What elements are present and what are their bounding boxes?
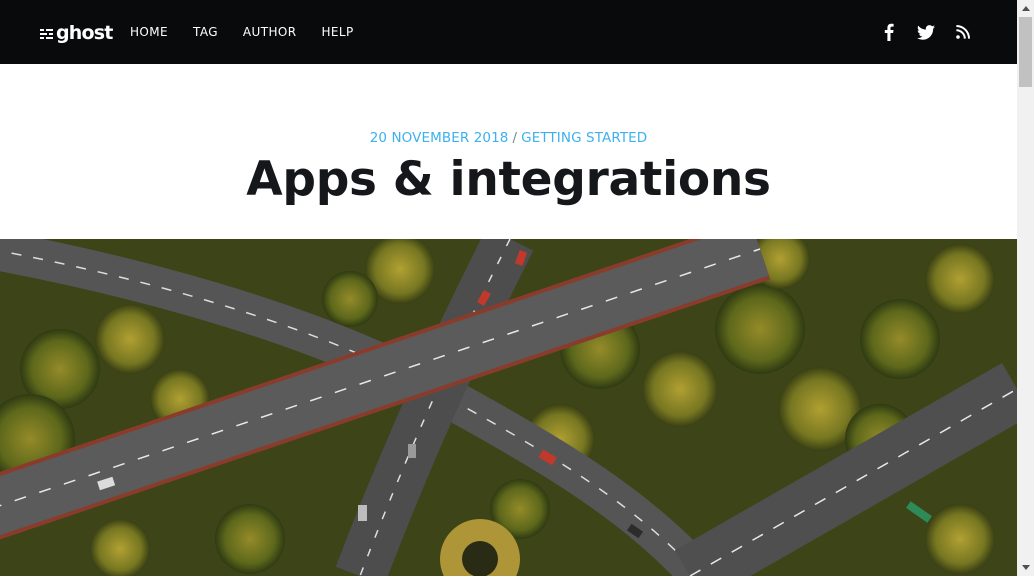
- site-logo[interactable]: ghost: [40, 19, 113, 47]
- primary-nav: HOME TAG AUTHOR HELP: [130, 25, 379, 39]
- facebook-icon[interactable]: [879, 22, 899, 42]
- post-feature-image: [0, 239, 1017, 576]
- site-logo-text: ghost: [56, 22, 113, 44]
- page-scrollbar[interactable]: [1017, 0, 1034, 576]
- rss-icon[interactable]: [953, 22, 973, 42]
- scroll-up-arrow-icon[interactable]: [1017, 0, 1034, 17]
- post-tag-link[interactable]: GETTING STARTED: [521, 130, 647, 146]
- site-navbar: ghost HOME TAG AUTHOR HELP: [0, 0, 1017, 64]
- post-date: 20 NOVEMBER 2018: [369, 130, 509, 146]
- highway-aerial-illustration: [0, 239, 1017, 576]
- ghost-logo-icon: [40, 29, 53, 39]
- scroll-down-arrow-icon[interactable]: [1017, 559, 1034, 576]
- scrollbar-thumb[interactable]: [1019, 17, 1032, 87]
- nav-link-author[interactable]: AUTHOR: [243, 25, 297, 39]
- meta-separator: /: [512, 130, 518, 146]
- social-links: [862, 22, 973, 42]
- nav-link-help[interactable]: HELP: [321, 25, 353, 39]
- post-title: Apps & integrations: [246, 152, 771, 207]
- post-meta: 20 NOVEMBER 2018/GETTING STARTED: [0, 130, 1017, 146]
- twitter-icon[interactable]: [916, 22, 936, 42]
- nav-link-home[interactable]: HOME: [130, 25, 168, 39]
- nav-link-tag[interactable]: TAG: [193, 25, 218, 39]
